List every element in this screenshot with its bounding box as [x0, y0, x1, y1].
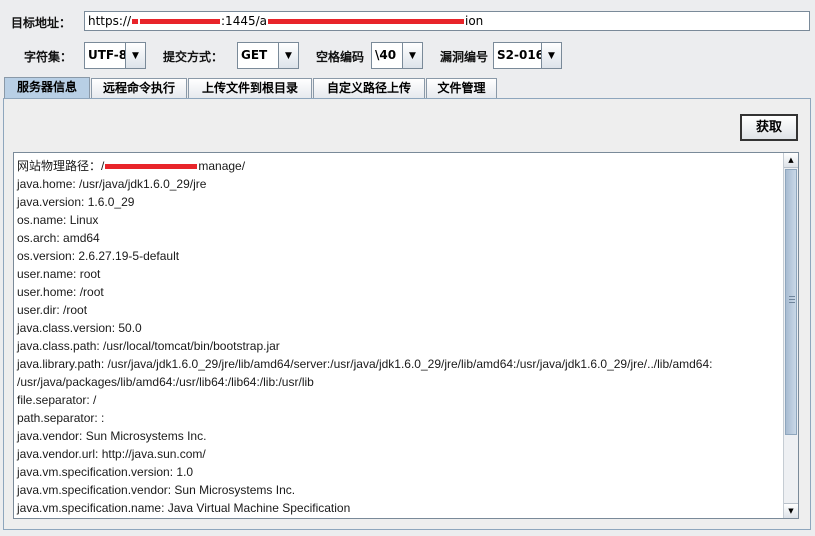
method-select[interactable]: GET ▼: [237, 42, 299, 69]
arrow-up-icon[interactable]: ▲: [784, 153, 798, 168]
tab-remote-command[interactable]: 远程命令执行: [91, 78, 187, 98]
output-line: os.name: Linux: [17, 213, 99, 227]
output-line: java.class.version: 50.0: [17, 321, 142, 335]
output-line: os.arch: amd64: [17, 231, 100, 245]
output-line: java.vendor.url: http://java.sun.com/: [17, 447, 206, 461]
output-line: java.vm.specification.name: Java Virtual…: [17, 501, 351, 515]
path-label: 网站物理路径：/: [17, 159, 105, 173]
redaction: [268, 19, 464, 24]
output-line: java.vm.specification.version: 1.0: [17, 465, 194, 479]
fetch-button[interactable]: 获取: [740, 114, 798, 141]
vertical-scrollbar[interactable]: ▲ ▼: [783, 153, 798, 518]
chevron-down-icon[interactable]: ▼: [278, 43, 298, 68]
url-suffix: ion: [465, 14, 484, 28]
space-encoding-label: 空格编码: [316, 50, 365, 64]
target-url-label: 目标地址：: [11, 16, 72, 30]
space-encoding-select[interactable]: \40 ▼: [371, 42, 423, 69]
target-url-input[interactable]: https:// :1445/a ion: [84, 11, 810, 31]
arrow-down-icon[interactable]: ▼: [784, 503, 798, 518]
output-line: java.library.path: /usr/java/jdk1.6.0_29…: [17, 357, 713, 371]
output-line: java.class.path: /usr/local/tomcat/bin/b…: [17, 339, 280, 353]
output-line-path: 网站物理路径：/ manage/: [17, 157, 782, 175]
output-textarea[interactable]: 网站物理路径：/ manage/ java.home: /usr/java/jdk…: [13, 152, 799, 519]
path-suffix: manage/: [198, 159, 246, 173]
output-line: /usr/java/packages/lib/amd64:/usr/lib64:…: [17, 375, 314, 389]
tab-server-info[interactable]: 服务器信息: [4, 77, 90, 99]
tab-upload-root[interactable]: 上传文件到根目录: [188, 78, 312, 98]
redaction: [105, 164, 198, 170]
chevron-down-icon[interactable]: ▼: [402, 43, 422, 68]
output-line: java.home: /usr/java/jdk1.6.0_29/jre: [17, 177, 207, 191]
output-line: file.separator: /: [17, 393, 97, 407]
method-label: 提交方式：: [163, 50, 224, 64]
scrollbar-thumb[interactable]: [785, 169, 797, 435]
output-line: java.vm.specification.vendor: Sun Micros…: [17, 483, 296, 497]
output-line: path.separator: :: [17, 411, 105, 425]
charset-label: 字符集：: [24, 50, 73, 64]
method-value: GET: [241, 48, 268, 62]
url-mid: :1445/a: [221, 14, 267, 28]
tab-custom-upload[interactable]: 自定义路径上传: [313, 78, 425, 98]
grip-icon: [789, 296, 795, 305]
vuln-id-label: 漏洞编号: [440, 50, 489, 64]
charset-select[interactable]: UTF-8 ▼: [84, 42, 146, 69]
output-line: java.version: 1.6.0_29: [17, 195, 135, 209]
redaction: [140, 19, 221, 24]
chevron-down-icon[interactable]: ▼: [125, 43, 145, 68]
tab-file-manager[interactable]: 文件管理: [426, 78, 497, 98]
output-line: user.name: root: [17, 267, 101, 281]
vuln-id-select[interactable]: S2-016 ▼: [493, 42, 562, 69]
output-line: user.dir: /root: [17, 303, 88, 317]
space-encoding-value: \40: [375, 48, 397, 62]
url-prefix: https://: [88, 14, 132, 28]
output-lines: 网站物理路径：/ manage/ java.home: /usr/java/jdk…: [17, 157, 782, 517]
vuln-id-value: S2-016: [497, 48, 541, 62]
output-line: java.vendor: Sun Microsystems Inc.: [17, 429, 207, 443]
chevron-down-icon[interactable]: ▼: [541, 43, 561, 68]
redaction: [132, 19, 139, 24]
charset-value: UTF-8: [88, 48, 125, 62]
output-line: user.home: /root: [17, 285, 104, 299]
output-line: os.version: 2.6.27.19-5-default: [17, 249, 180, 263]
